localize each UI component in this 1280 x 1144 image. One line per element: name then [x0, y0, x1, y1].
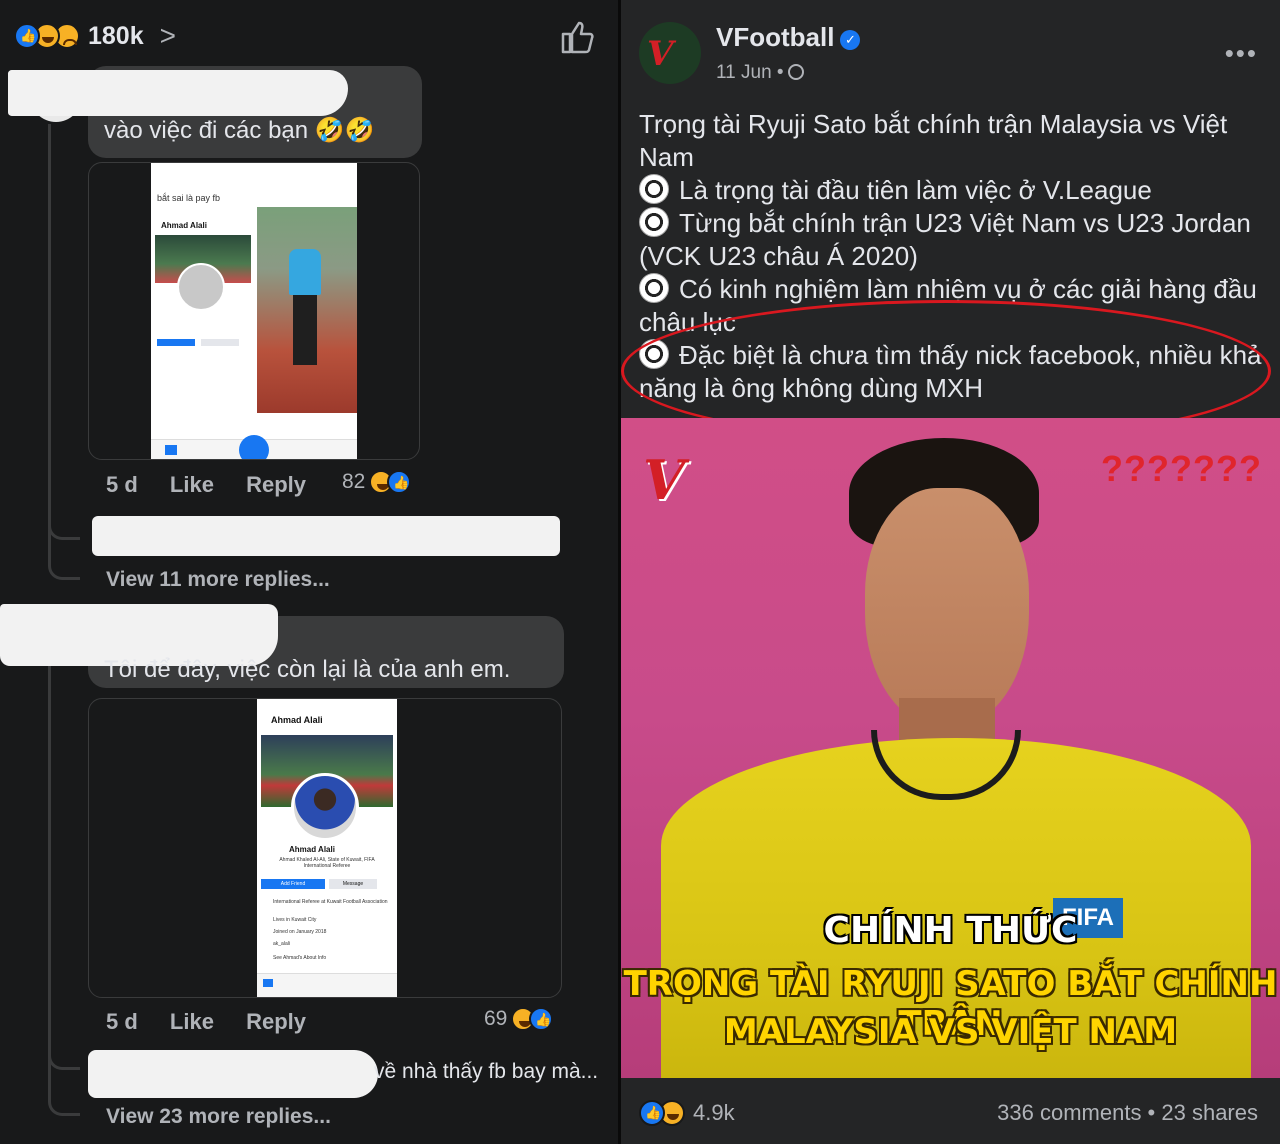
redacted-reply	[88, 1050, 378, 1098]
globe-icon	[787, 64, 804, 80]
post-date-row: 11 Jun •	[716, 62, 804, 84]
thread-connector	[48, 1040, 80, 1070]
caption-match: MALAYSIA VS VIỆT NAM	[723, 1012, 1178, 1052]
comment-reactions[interactable]: 69	[484, 1007, 554, 1031]
profile-subtitle: Ahmad Khaled Al-Ali, State of Kuwait, FI…	[279, 857, 375, 869]
image-caption: bắt sai là pay fb	[157, 193, 221, 203]
redacted-name	[8, 70, 348, 116]
message-button-mini: Message	[329, 879, 377, 889]
reply-preview-text: về nhà thấy fb bay mà...	[374, 1060, 599, 1083]
referee-face	[865, 488, 1029, 728]
groups-icon	[239, 435, 269, 459]
thread-connector	[48, 1076, 80, 1116]
soccer-ball-icon	[639, 207, 669, 237]
more-options-icon[interactable]: •••	[1225, 38, 1258, 69]
info-line: International Referee at Kuwait Football…	[273, 899, 388, 905]
like-button[interactable]: Like	[170, 472, 214, 497]
like-reaction-icon	[387, 470, 412, 494]
comments-shares-count[interactable]: 336 comments • 23 shares	[997, 1100, 1258, 1126]
view-more-replies-link[interactable]: View 11 more replies...	[106, 568, 330, 592]
comment-image-card[interactable]: Ahmad Alali Ahmad Alali Ahmad Khaled Al-…	[88, 698, 562, 998]
comment-time: 5 d	[106, 472, 138, 497]
like-reaction-icon	[14, 23, 40, 49]
post-paragraph: Từng bắt chính trận U23 Việt Nam vs U23 …	[639, 207, 1251, 271]
comment-time: 5 d	[106, 1009, 138, 1034]
thread-line	[48, 124, 51, 544]
referee-figure-legs	[293, 295, 317, 365]
info-line: Joined on January 2018	[273, 929, 327, 935]
referee-figure	[289, 249, 321, 295]
thread-connector	[48, 510, 80, 540]
verified-icon: ✓	[840, 30, 861, 50]
reply-button[interactable]: Reply	[246, 472, 306, 497]
thread-connector	[48, 540, 80, 580]
like-button[interactable]: Like	[170, 1009, 214, 1034]
reactions-summary[interactable]: 180k >	[14, 20, 176, 52]
message-mini	[201, 339, 239, 346]
page-name-row: VFootball ✓	[716, 22, 861, 53]
vfootball-logo-icon: V	[647, 34, 674, 74]
page-avatar[interactable]: V	[639, 22, 701, 84]
reaction-count: 69	[484, 1007, 508, 1030]
comment-reactions[interactable]: 82	[342, 470, 412, 494]
reply-button[interactable]: Reply	[246, 1009, 306, 1034]
phone-screenshot: bắt sai là pay fb Ahmad Alali	[151, 163, 357, 459]
info-line: See Ahmad's About Info	[273, 955, 327, 961]
profile-name-mini: Ahmad Alali	[271, 715, 323, 725]
caption-official: CHÍNH THỨC	[823, 910, 1078, 951]
post-date[interactable]: 11 Jun •	[716, 62, 784, 83]
reaction-count: 82	[342, 470, 366, 493]
post-panel: V VFootball ✓ 11 Jun • ••• Trọng tài Ryuj…	[621, 0, 1280, 1144]
comment-text: Tôi để đây, việc còn lại là của anh em.	[104, 656, 511, 683]
like-reaction-icon	[639, 1100, 665, 1126]
vfootball-watermark-icon: V	[643, 448, 685, 512]
chevron-right-icon[interactable]: >	[160, 20, 176, 52]
comment-actions: 5 d Like Reply	[106, 1009, 332, 1035]
comments-panel: 180k > vào việc đi các bạn 🤣🤣 bắt sai là…	[0, 0, 618, 1144]
thumbs-up-icon[interactable]	[560, 20, 596, 54]
comment-actions: 5 d Like Reply	[106, 472, 332, 498]
view-more-replies-link[interactable]: View 23 more replies...	[106, 1105, 331, 1129]
profile-name-large: Ahmad Alali	[289, 845, 335, 854]
bottom-nav-mini	[257, 973, 397, 997]
reactions-header: 180k >	[0, 0, 618, 72]
question-marks: ???????	[1101, 448, 1262, 489]
home-icon	[165, 445, 177, 455]
comment-image-card[interactable]: bắt sai là pay fb Ahmad Alali	[88, 162, 420, 460]
thread-line	[48, 666, 51, 1076]
page-name[interactable]: VFootball	[716, 22, 834, 52]
profile-photo	[291, 773, 359, 841]
home-icon	[263, 979, 273, 987]
soccer-ball-icon	[639, 174, 669, 204]
post-image[interactable]: V ??????? FIFA CHÍNH THỨC TRỌNG TÀI RYUJ…	[621, 418, 1280, 1078]
post-paragraph: Là trọng tài đầu tiên làm việc ở V.Leagu…	[639, 174, 1269, 207]
info-line: Lives in Kuwait City	[273, 917, 317, 923]
add-friend-mini	[157, 339, 195, 346]
info-line: ak_alali	[273, 941, 290, 947]
reaction-count: 180k	[88, 21, 144, 50]
add-friend-button-mini: Add Friend	[261, 879, 325, 889]
soccer-ball-icon	[639, 273, 669, 303]
post-reactions[interactable]: 4.9k	[639, 1100, 735, 1126]
post-footer: 4.9k 336 comments • 23 shares	[621, 1078, 1280, 1144]
profile-photo	[177, 263, 225, 311]
post-paragraph: Trọng tài Ryuji Sato bắt chính trận Mala…	[639, 109, 1228, 172]
like-reaction-icon	[529, 1007, 554, 1031]
post-reaction-count: 4.9k	[693, 1100, 735, 1125]
comment-text: vào việc đi các bạn 🤣🤣	[104, 117, 375, 144]
phone-screenshot: Ahmad Alali Ahmad Alali Ahmad Khaled Al-…	[257, 699, 397, 997]
profile-name-mini: Ahmad Alali	[161, 221, 207, 230]
redacted-reply	[92, 516, 560, 556]
